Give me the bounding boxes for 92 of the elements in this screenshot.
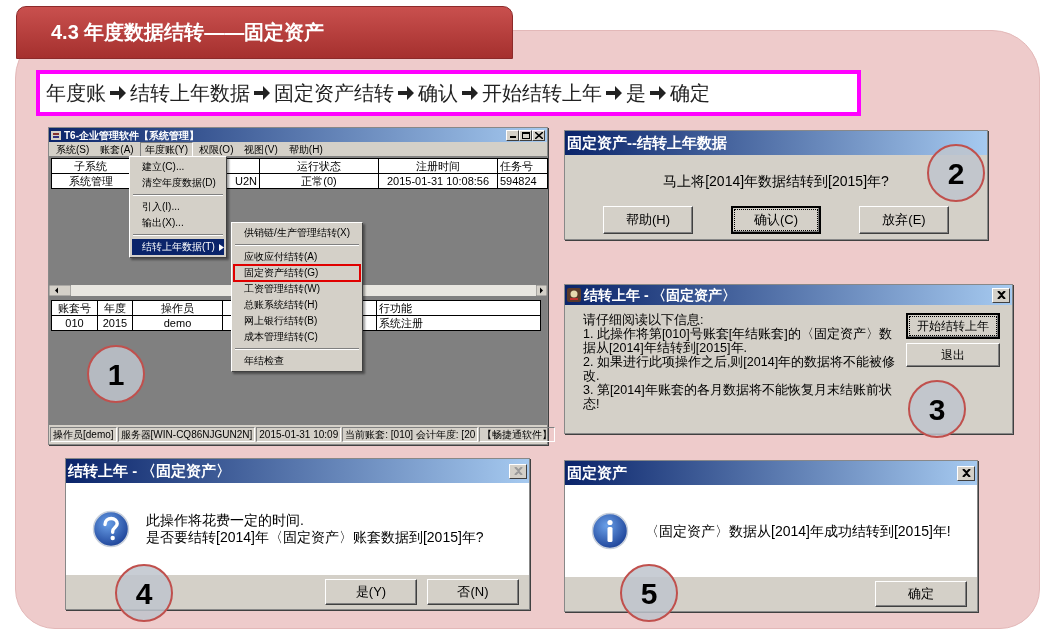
column-header: 操作员: [132, 300, 223, 316]
close-icon: [534, 131, 543, 139]
column-header: 注册时间: [378, 158, 498, 174]
message-text: 1. 此操作将第[010]号账套[年结账套]的〈固定资产〉数据从[2014]年结转到[2015]年.: [583, 327, 893, 355]
menu-item[interactable]: 系统(S): [51, 141, 95, 157]
maximize-button[interactable]: [519, 129, 532, 141]
column-header: 年度: [97, 300, 133, 316]
minimize-icon: [509, 135, 516, 138]
menu-item[interactable]: 权限(O): [194, 141, 239, 157]
dialog-button[interactable]: 确认(C): [731, 206, 821, 234]
dialog-button[interactable]: 帮助(H): [603, 206, 693, 234]
menu-item-label: 结转上年数据(T): [142, 241, 215, 253]
dialog-message: 马上将[2014]年数据结转到[2015]年?: [663, 172, 889, 191]
arrow-icon: [253, 84, 271, 102]
app-icon: [51, 130, 61, 140]
status-field: 2015-01-31 10:09: [256, 427, 342, 442]
app-icon: [567, 288, 581, 302]
menu-item[interactable]: 帮助(H): [283, 141, 328, 157]
step-number: 2: [927, 144, 985, 202]
message-text: 3. 第[2014]年账套的各月数据将不能恢复月末结账前状态!: [583, 383, 893, 411]
dialog-button[interactable]: 退出: [906, 343, 1000, 367]
submenu-caret-icon: [218, 243, 224, 251]
arrow-icon: [461, 84, 479, 102]
close-button[interactable]: [992, 287, 1010, 303]
dialog-button[interactable]: 确定: [875, 581, 967, 607]
dialog-button[interactable]: 放弃(E): [859, 206, 949, 234]
column-header: 运行状态: [259, 158, 379, 174]
dialog-title: 结转上年 - 〈固定资产〉: [68, 460, 232, 481]
table-cell: 系统注册: [376, 315, 541, 331]
menu-item[interactable]: 总账系统结转(H): [234, 297, 360, 313]
status-field: 操作员[demo]: [50, 427, 117, 442]
menu-item[interactable]: 供销链/生产管理结转(X): [234, 225, 360, 241]
table-cell: 010: [51, 315, 98, 331]
table-cell: 正常(0): [259, 173, 379, 189]
path-step: 是: [626, 78, 646, 108]
info-icon: [591, 512, 629, 550]
table-cell: 594824: [497, 173, 548, 189]
path-step: 确定: [670, 78, 710, 108]
column-header: 行功能: [376, 300, 541, 316]
step-number: 5: [620, 564, 678, 622]
dialog-button[interactable]: 开始结转上年: [906, 313, 1000, 339]
step-number: 3: [908, 380, 966, 438]
menu-item[interactable]: 工资管理结转(W): [234, 281, 360, 297]
message-text: 〈固定资产〉数据从[2014]年成功结转到[2015]年!: [645, 522, 951, 540]
maximize-icon: [521, 131, 530, 139]
column-header: 子系统: [51, 158, 130, 174]
path-step: 开始结转上年: [482, 78, 602, 108]
message-text: 是否要结转[2014]年〈固定资产〉账套数据到[2015]年?: [146, 529, 484, 546]
arrow-icon: [109, 84, 127, 102]
slide-title: 4.3 年度数据结转——固定资产: [16, 6, 513, 59]
dialog-title: 固定资产--结转上年数据: [567, 132, 727, 153]
minimize-button[interactable]: [506, 129, 519, 141]
dialog-button[interactable]: 是(Y): [325, 579, 417, 605]
arrow-icon: [649, 84, 667, 102]
step-number: 4: [115, 564, 173, 622]
message-text: 此操作将花费一定的时间.: [146, 512, 305, 529]
close-icon: [961, 469, 971, 477]
column-header: 任务号: [497, 158, 548, 174]
menu-item[interactable]: 输出(X)...: [132, 215, 224, 231]
path-step: 结转上年数据: [130, 78, 250, 108]
question-icon: [92, 510, 130, 548]
menu-item[interactable]: 结转上年数据(T): [132, 239, 224, 255]
arrow-icon: [605, 84, 623, 102]
table-cell: 2015: [97, 315, 133, 331]
column-header: 账套号: [51, 300, 98, 316]
status-field: 服务器[WIN-CQ86NJGUN2N]: [117, 427, 256, 442]
menu-item[interactable]: 成本管理结转(C): [234, 329, 360, 345]
dialog-title: 结转上年 - 〈固定资产〉: [584, 285, 737, 305]
arrow-icon: [397, 84, 415, 102]
dialog-button[interactable]: 否(N): [427, 579, 519, 605]
menu-item[interactable]: 固定资产结转(G): [234, 265, 360, 281]
table-cell: 2015-01-31 10:08:56: [378, 173, 498, 189]
window-title: T6-企业管理软件【系统管理】: [64, 128, 199, 143]
close-icon: [513, 467, 523, 475]
menu-item[interactable]: 引入(I)...: [132, 199, 224, 215]
menu-item[interactable]: 清空年度数据(D): [132, 175, 224, 191]
path-step: 固定资产结转: [274, 78, 394, 108]
path-step: 确认: [418, 78, 458, 108]
close-button[interactable]: [532, 129, 545, 141]
path-step: 年度账: [46, 78, 106, 108]
close-icon: [996, 291, 1006, 299]
menu-item[interactable]: 账套(A): [95, 141, 139, 157]
table-cell: demo: [132, 315, 223, 331]
message-text: 请仔细阅读以下信息:: [583, 313, 705, 327]
status-field: 【畅捷通软件】: [479, 427, 556, 442]
message-text: 2. 如果进行此项操作之后,则[2014]年的数据将不能被修改.: [583, 355, 897, 383]
menu-item[interactable]: 应收应付结转(A): [234, 249, 360, 265]
menu-item[interactable]: 视图(V): [239, 141, 283, 157]
status-field: 当前账套: [010] 会计年度: [20: [342, 427, 479, 442]
dialog-title: 固定资产: [567, 462, 627, 483]
close-button[interactable]: [957, 465, 975, 481]
menu-item[interactable]: 年结检查: [234, 353, 360, 369]
